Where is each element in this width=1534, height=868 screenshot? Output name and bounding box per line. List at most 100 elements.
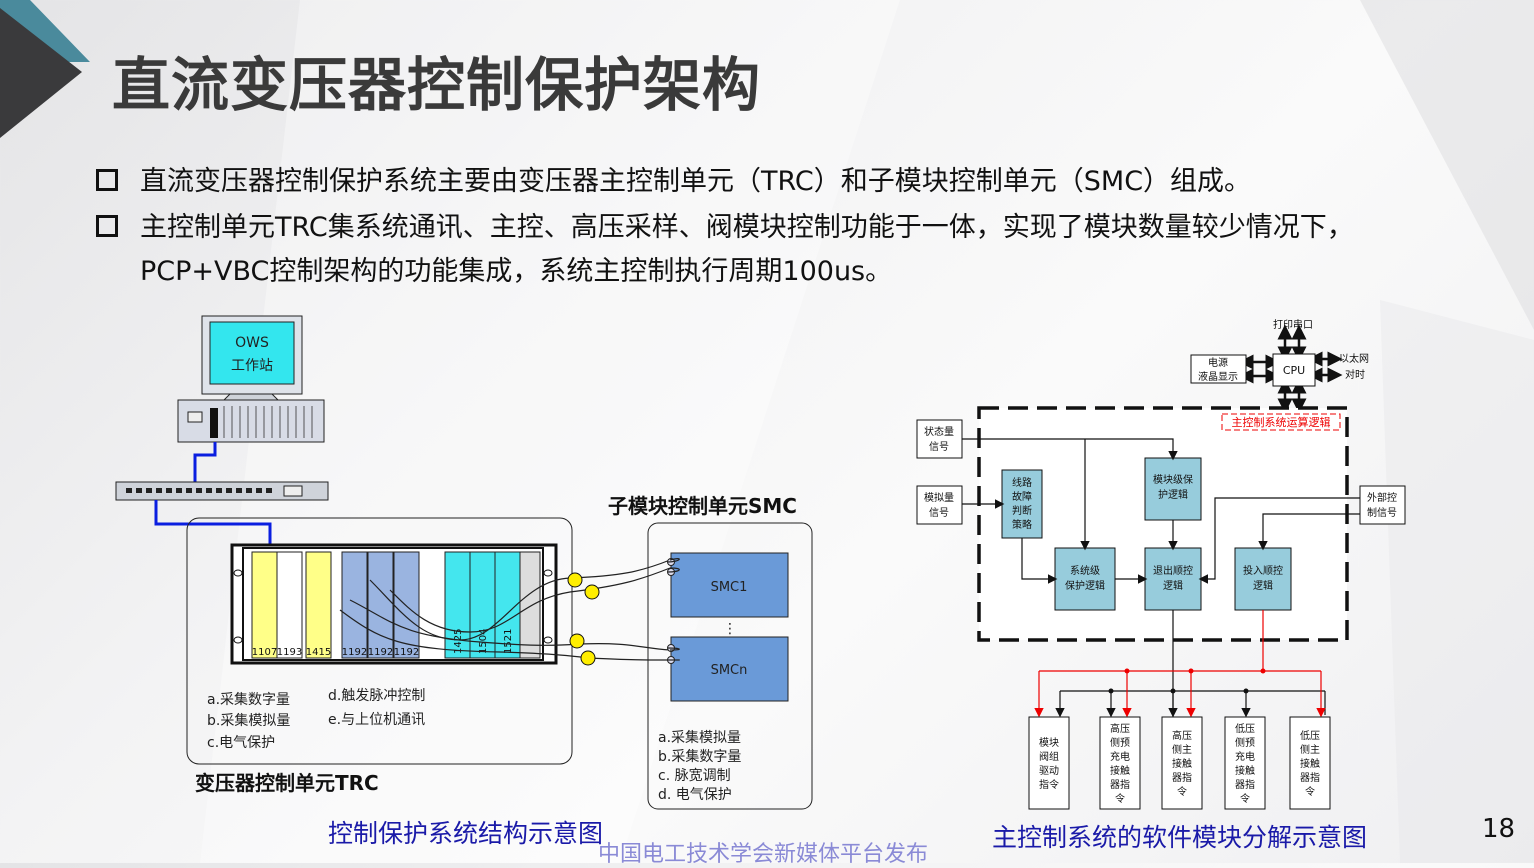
svg-text:b.采集数字量: b.采集数字量	[658, 748, 741, 765]
smc-unit-1: SMC1	[667, 552, 789, 618]
svg-text:d.触发脉冲控制: d.触发脉冲控制	[328, 688, 425, 704]
output-command-text: 驱动	[1039, 765, 1059, 777]
ows-label: OWS	[235, 335, 269, 351]
trc-card-label: 1107	[252, 647, 277, 658]
trc-card	[341, 551, 368, 659]
smc-label: 子模块控制单元SMC	[608, 494, 797, 518]
svg-text:逻辑: 逻辑	[1253, 579, 1273, 592]
corner-arrow-decoration	[0, 0, 90, 138]
ethernet-cable-trc	[154, 500, 272, 548]
enter-sequence-block	[1234, 547, 1292, 611]
trc-card-label: 1521	[503, 629, 514, 654]
trc-card-label: 1192	[368, 647, 393, 658]
output-command-text: 器指	[1172, 771, 1192, 784]
left-diagram-caption: 控制保护系统结构示意图	[328, 819, 604, 848]
output-command-text: 侧主	[1300, 743, 1320, 756]
svg-text:模拟量: 模拟量	[924, 491, 954, 504]
svg-text:d. 电气保护: d. 电气保护	[658, 787, 732, 803]
svg-text:e.与上位机通讯: e.与上位机通讯	[328, 712, 425, 728]
trc-label: 变压器控制单元TRC	[195, 771, 379, 795]
trc-functions: a.采集数字量 b.采集模拟量 c.电气保护 d.触发脉冲控制 e.与上位机通讯	[207, 688, 425, 751]
print-serial-label: 打印串口	[1273, 318, 1313, 331]
output-command-text: 令	[1305, 785, 1315, 798]
ethernet-cable	[193, 442, 217, 482]
output-command-text: 高压	[1172, 729, 1192, 742]
region-label: 主控制系统运算逻辑	[1232, 415, 1331, 429]
svg-text:护逻辑: 护逻辑	[1158, 488, 1188, 501]
trc-card-label: 1192	[394, 647, 419, 658]
output-command-text: 指令	[1039, 778, 1059, 791]
system-protect-block	[1054, 547, 1116, 611]
svg-text:系统级: 系统级	[1070, 564, 1100, 577]
output-command-text: 令	[1177, 785, 1187, 798]
trc-card	[305, 551, 332, 659]
trc-card	[367, 551, 394, 659]
control-protection-structure-diagram: OWS 工作站 1107 1193 1415 1192 1192 1192 1425 1504…	[115, 315, 813, 810]
output-command-text: 接触	[1172, 757, 1192, 770]
trc-io-card	[519, 551, 541, 659]
slide-title: 直流变压器控制保护架构	[112, 51, 762, 119]
bullet-square-icon	[96, 168, 118, 191]
svg-text:SMC1: SMC1	[711, 580, 748, 595]
svg-text:退出顺控: 退出顺控	[1153, 564, 1193, 577]
svg-text:a.采集模拟量: a.采集模拟量	[658, 729, 741, 746]
ethernet-label: 以太网	[1339, 352, 1369, 365]
watermark: 中国电工技术学会新媒体平台发布	[598, 842, 929, 867]
workstation-rack	[177, 399, 325, 443]
output-command-text: 接触	[1300, 757, 1320, 770]
smc-unit-n: SMCn	[667, 636, 789, 702]
svg-text:线路: 线路	[1012, 476, 1032, 489]
trc-card-label: 1193	[277, 647, 302, 658]
svg-text:信号: 信号	[929, 507, 949, 519]
svg-text:制信号: 制信号	[1367, 506, 1397, 519]
cpu-label: CPU	[1283, 364, 1305, 377]
output-command-text: 接触	[1110, 764, 1130, 777]
external-control-input: 外部控 制信号	[1359, 485, 1406, 525]
module-protect-block	[1144, 457, 1202, 521]
analog-signal-input: 模拟量 信号	[916, 485, 963, 525]
smc-functions: a.采集模拟量 b.采集数字量 c. 脉宽调制 d. 电气保护	[658, 729, 741, 803]
time-sync-label: 对时	[1345, 368, 1365, 381]
svg-text:模块级保: 模块级保	[1153, 473, 1193, 486]
output-command-text: 器指	[1300, 771, 1320, 784]
trc-card-label: 1192	[342, 647, 367, 658]
svg-text:信号: 信号	[929, 441, 949, 453]
output-command-text: 模块	[1039, 737, 1059, 749]
svg-text:状态量: 状态量	[924, 425, 954, 438]
svg-text:保护逻辑: 保护逻辑	[1065, 579, 1105, 592]
svg-text:液晶显示: 液晶显示	[1198, 370, 1238, 383]
trc-card-label: 1415	[306, 647, 331, 658]
output-command-text: 充电	[1235, 750, 1255, 763]
svg-text:电源: 电源	[1208, 356, 1228, 369]
trc-card	[251, 551, 278, 659]
svg-text:策略: 策略	[1012, 518, 1032, 531]
svg-text:故障: 故障	[1012, 490, 1032, 503]
output-command-text: 侧预	[1235, 736, 1255, 749]
exit-sequence-block	[1144, 547, 1202, 611]
page-number: 18	[1482, 814, 1516, 844]
svg-text:c.电气保护: c.电气保护	[207, 735, 275, 751]
network-switch	[115, 481, 329, 501]
output-command-text: 器指	[1235, 778, 1255, 791]
svg-text:判断: 判断	[1012, 504, 1032, 517]
output-command-box	[1028, 716, 1070, 810]
smc-ellipsis: ⋮	[723, 621, 737, 637]
output-command-text: 侧预	[1110, 736, 1130, 749]
bullet-1: 直流变压器控制保护系统主要由变压器主控制单元（TRC）和子模块控制单元（SMC）…	[96, 160, 1251, 204]
svg-text:SMCn: SMCn	[711, 663, 748, 678]
output-command-text: 令	[1240, 792, 1250, 805]
output-command-text: 令	[1115, 792, 1125, 805]
bullet-2-continuation: PCP+VBC控制架构的功能集成，系统主控制执行周期100us。	[140, 256, 893, 287]
output-command-text: 阀组	[1039, 750, 1059, 763]
output-command-text: 接触	[1235, 764, 1255, 777]
status-signal-input: 状态量 信号	[916, 419, 963, 459]
svg-text:逻辑: 逻辑	[1163, 579, 1183, 592]
trc-card	[276, 551, 303, 659]
output-command-text: 器指	[1110, 778, 1130, 791]
right-diagram-caption: 主控制系统的软件模块分解示意图	[992, 823, 1368, 852]
svg-text:投入顺控: 投入顺控	[1243, 564, 1283, 577]
ows-sublabel: 工作站	[231, 358, 273, 374]
output-command-text: 高压	[1110, 722, 1130, 735]
output-command-text: 侧主	[1172, 743, 1192, 756]
svg-text:外部控: 外部控	[1367, 491, 1397, 504]
